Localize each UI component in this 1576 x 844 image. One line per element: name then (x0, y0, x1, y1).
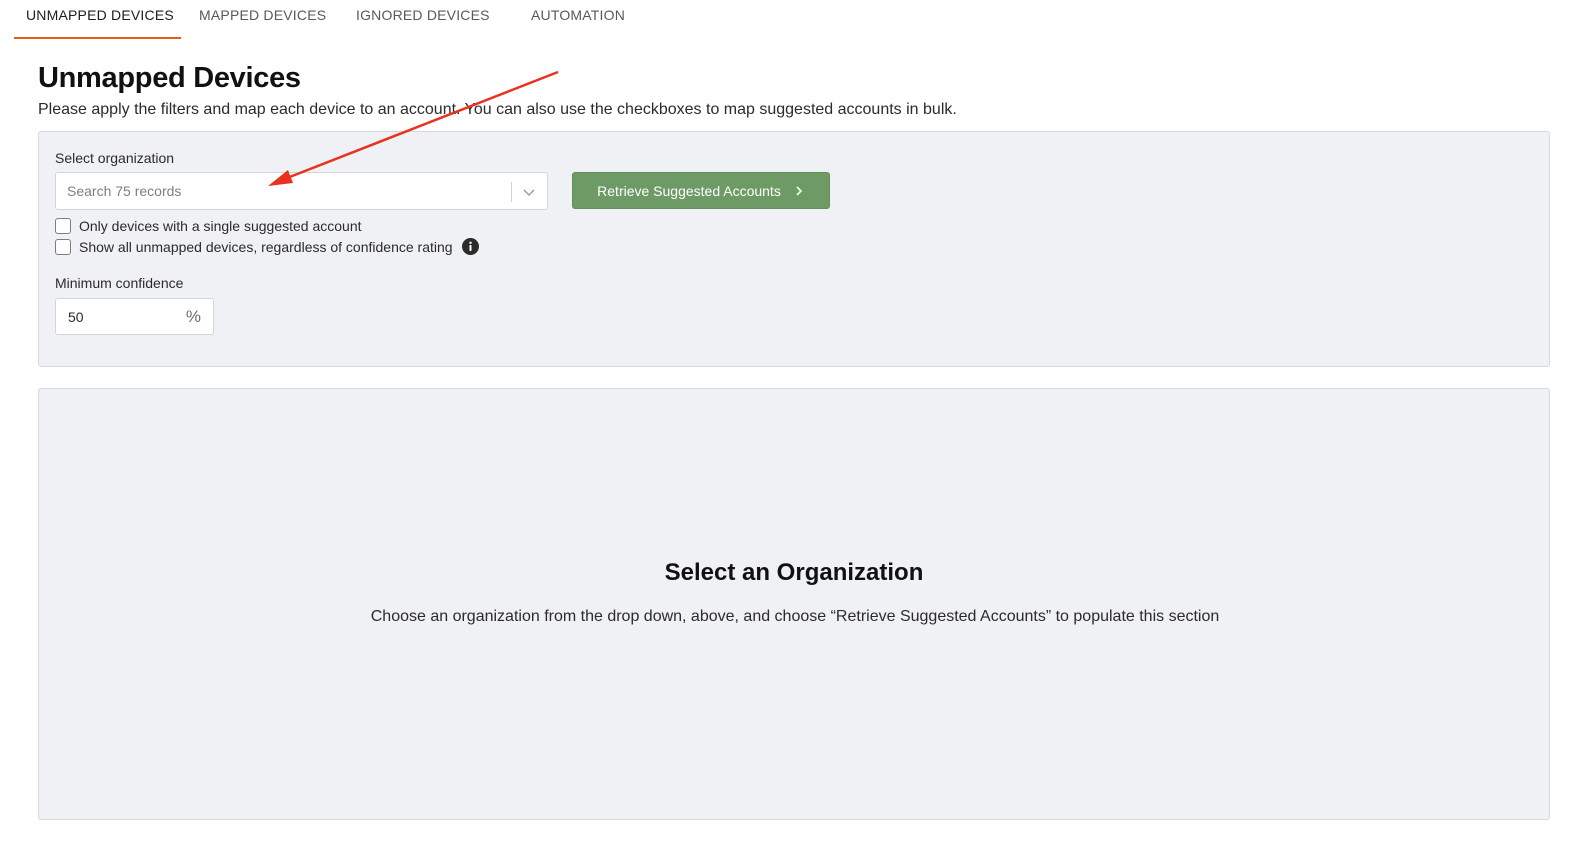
single-suggested-account-checkbox[interactable] (55, 218, 71, 234)
minimum-confidence-label: Minimum confidence (55, 275, 184, 291)
minimum-confidence-field[interactable]: % (55, 298, 214, 335)
minimum-confidence-input[interactable] (56, 299, 176, 334)
single-suggested-account-option: Only devices with a single suggested acc… (55, 218, 362, 234)
retrieve-suggested-accounts-button[interactable]: Retrieve Suggested Accounts (572, 172, 830, 209)
chevron-down-icon[interactable] (521, 184, 537, 200)
percent-unit: % (185, 307, 201, 326)
show-all-unmapped-label: Show all unmapped devices, regardless of… (79, 238, 453, 255)
page-subtitle: Please apply the filters and map each de… (38, 101, 957, 118)
page-title: Unmapped Devices (38, 62, 301, 94)
info-icon[interactable] (461, 238, 479, 255)
tab-unmapped-devices[interactable]: UNMAPPED DEVICES (14, 0, 181, 39)
empty-state-title: Select an Organization (664, 559, 924, 586)
filter-panel: Select organization Retrieve Suggested A… (38, 131, 1550, 367)
results-panel: Select an Organization Choose an organiz… (38, 388, 1550, 820)
tab-mapped-devices[interactable]: MAPPED DEVICES (181, 0, 356, 39)
retrieve-button-label: Retrieve Suggested Accounts (597, 182, 781, 199)
select-divider (511, 182, 512, 202)
organization-select[interactable] (55, 172, 548, 210)
show-all-unmapped-checkbox[interactable] (55, 238, 71, 255)
tab-bar: UNMAPPED DEVICES MAPPED DEVICES IGNORED … (14, 0, 625, 39)
organization-search-input[interactable] (56, 173, 496, 209)
organization-label: Select organization (55, 150, 175, 166)
tab-automation[interactable]: AUTOMATION (531, 0, 625, 39)
single-suggested-account-label: Only devices with a single suggested acc… (79, 218, 362, 234)
chevron-right-icon (796, 185, 802, 196)
show-all-unmapped-option: Show all unmapped devices, regardless of… (55, 238, 479, 255)
empty-state-text: Choose an organization from the drop dow… (370, 608, 1220, 625)
tab-ignored-devices[interactable]: IGNORED DEVICES (356, 0, 531, 39)
